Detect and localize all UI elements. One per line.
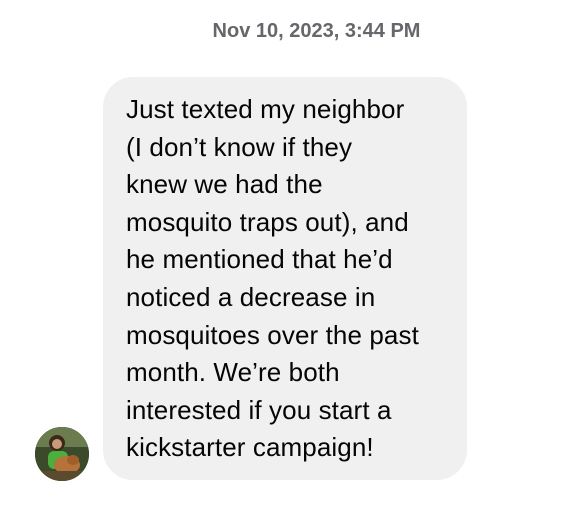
message-bubble[interactable]: Just texted my neighbor (I don’t know if… [103,77,467,480]
avatar-photo [35,427,89,481]
message-timestamp: Nov 10, 2023, 3:44 PM [212,20,421,42]
message-text: Just texted my neighbor (I don’t know if… [126,94,419,463]
sender-avatar[interactable] [35,427,89,481]
